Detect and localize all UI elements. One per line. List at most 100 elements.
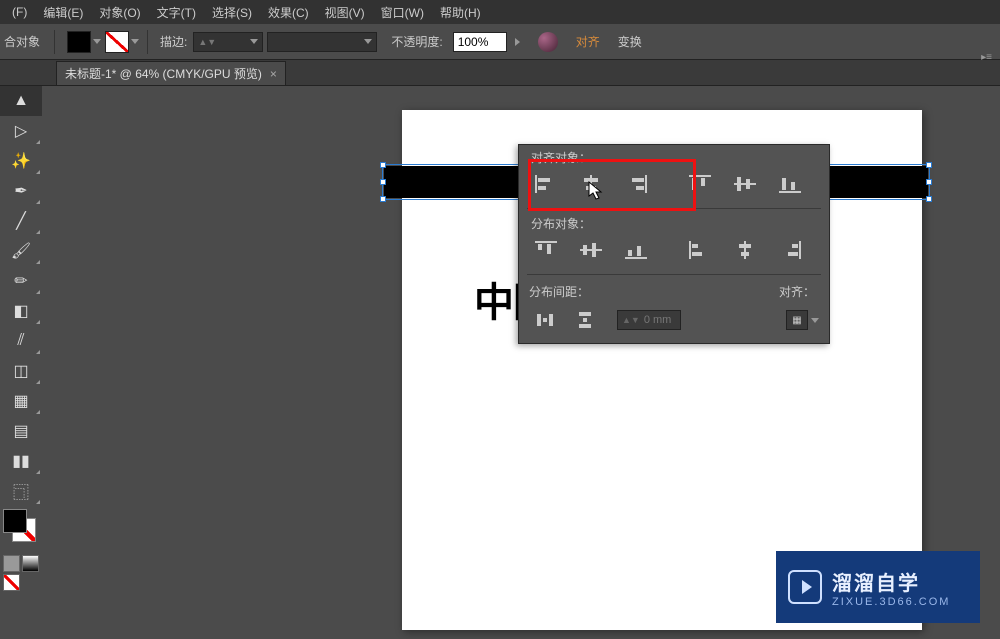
align-vcenter-button[interactable] [728, 170, 761, 198]
resize-handle[interactable] [926, 162, 932, 168]
shape-builder-tool[interactable]: ◫ [0, 356, 42, 386]
menu-select[interactable]: 选择(S) [204, 4, 260, 21]
document-tab[interactable]: 未标题-1* @ 64% (CMYK/GPU 预览) × [56, 61, 286, 85]
gradient-mode-button[interactable] [22, 555, 39, 572]
pen-tool[interactable]: ✒ [0, 176, 42, 206]
transform-link[interactable]: 变换 [618, 33, 642, 50]
chart-icon: ▮▮ [12, 451, 30, 471]
opacity-value: 100% [458, 35, 489, 49]
divider [527, 208, 821, 209]
spacing-label: 分布间距： [529, 283, 589, 300]
selection-tool[interactable]: ▲ [0, 86, 42, 116]
canvas-area[interactable]: 中国好歌曲 对齐对象： [56, 86, 1000, 639]
pencil-icon: ✏ [14, 271, 27, 291]
paintbrush-tool[interactable]: 🖌 [0, 236, 42, 266]
fill-stroke-swatches[interactable] [0, 506, 42, 552]
divider [527, 274, 821, 275]
direct-selection-tool[interactable]: ▷ [0, 116, 42, 146]
menu-edit[interactable]: 编辑(E) [35, 4, 91, 21]
menu-view[interactable]: 视图(V) [317, 4, 373, 21]
spacing-value: 0 mm [644, 314, 672, 326]
spacing-controls: ▲▼ 0 mm ▦ [519, 306, 829, 340]
align-section-label: 对齐对象： [519, 145, 829, 168]
color-mode-button[interactable] [3, 555, 20, 572]
distribute-vcenter-button[interactable] [574, 236, 607, 264]
distribute-left-button[interactable] [683, 236, 716, 264]
distribute-bottom-button[interactable] [620, 236, 653, 264]
menu-effect[interactable]: 效果(C) [260, 4, 317, 21]
align-to-label: 对齐： [779, 283, 815, 300]
eraser-icon: ◧ [13, 301, 28, 321]
cursor-icon: ▲ [13, 92, 29, 110]
column-graph-tool[interactable]: ▮▮ [0, 446, 42, 476]
brush-icon: 🖌 [11, 241, 31, 261]
menu-window[interactable]: 窗口(W) [373, 4, 432, 21]
menu-object[interactable]: 对象(O) [91, 4, 148, 21]
line-tool[interactable]: ╱ [0, 206, 42, 236]
distribute-hcenter-button[interactable] [728, 236, 761, 264]
distribute-vspacing-button[interactable] [569, 306, 603, 334]
control-bar: 合对象 描边: ▲▼ 不透明度: 100% 对齐 变换 ▸≡ [0, 24, 1000, 60]
spacing-row: 分布间距： 对齐： [519, 277, 829, 306]
brush-definition-dropdown[interactable] [267, 32, 377, 52]
pencil-tool[interactable]: ✏ [0, 266, 42, 296]
cursor-outline-icon: ▷ [15, 121, 27, 141]
play-icon [788, 570, 822, 604]
menu-help[interactable]: 帮助(H) [432, 4, 489, 21]
resize-handle[interactable] [380, 179, 386, 185]
fill-swatch[interactable] [67, 31, 91, 53]
divider [147, 30, 148, 54]
opacity-input[interactable]: 100% [453, 32, 507, 52]
align-to-dropdown[interactable]: ▦ [786, 310, 808, 330]
stroke-swatch-none[interactable] [105, 31, 129, 53]
wand-icon: ✨ [11, 151, 31, 171]
selection-target: 合对象 [4, 33, 40, 50]
gradient-icon: ▤ [13, 421, 28, 441]
chevron-down-icon[interactable] [811, 318, 819, 323]
magic-wand-tool[interactable]: ✨ [0, 146, 42, 176]
width-tool[interactable]: ⫽ [0, 326, 42, 356]
align-right-button[interactable] [620, 170, 653, 198]
fill-dropdown-icon[interactable] [93, 39, 101, 44]
divider [54, 30, 55, 54]
resize-handle[interactable] [380, 196, 386, 202]
resize-handle[interactable] [926, 196, 932, 202]
distribute-right-button[interactable] [774, 236, 807, 264]
menu-type[interactable]: 文字(T) [149, 4, 204, 21]
pen-icon: ✒ [14, 181, 27, 201]
stroke-dropdown-icon[interactable] [131, 39, 139, 44]
stroke-weight-field[interactable]: ▲▼ [193, 32, 263, 52]
opacity-slider-icon[interactable] [515, 38, 520, 46]
tool-panel: ▲ ▷ ✨ ✒ ╱ 🖌 ✏ ◧ ⫽ ◫ ▦ ▤ ▮▮ ⿹ [0, 86, 42, 594]
watermark-title: 溜溜自学 [832, 567, 950, 596]
watermark-subtitle: ZIXUE.3D66.COM [832, 596, 950, 608]
align-bottom-button[interactable] [774, 170, 807, 198]
watermark: 溜溜自学 ZIXUE.3D66.COM [776, 551, 980, 623]
align-left-button[interactable] [529, 170, 562, 198]
distribute-top-button[interactable] [529, 236, 562, 264]
align-link[interactable]: 对齐 [576, 33, 600, 50]
panel-menu-icon[interactable]: ▸≡ [981, 52, 992, 63]
none-mode-button[interactable] [3, 574, 20, 591]
slice-tool[interactable]: ⿹ [0, 476, 42, 506]
chevron-down-icon [364, 39, 372, 44]
gradient-tool[interactable]: ▤ [0, 416, 42, 446]
stroke-label: 描边: [160, 33, 187, 50]
style-indicator-icon[interactable] [538, 32, 558, 52]
chevron-down-icon [250, 39, 258, 44]
perspective-icon: ▦ [13, 391, 28, 411]
menu-file[interactable]: (F) [4, 5, 35, 19]
close-tab-icon[interactable]: × [270, 67, 277, 81]
spacing-value-input[interactable]: ▲▼ 0 mm [617, 310, 681, 330]
document-tab-title: 未标题-1* @ 64% (CMYK/GPU 预览) [65, 65, 262, 82]
align-hcenter-button[interactable] [574, 170, 607, 198]
shapebuilder-icon: ◫ [13, 361, 28, 381]
perspective-grid-tool[interactable]: ▦ [0, 386, 42, 416]
distribute-hspacing-button[interactable] [529, 306, 563, 334]
align-top-button[interactable] [683, 170, 716, 198]
align-panel: 对齐对象： 分布对象： [518, 144, 830, 344]
resize-handle[interactable] [380, 162, 386, 168]
fill-color-swatch[interactable] [3, 509, 27, 533]
resize-handle[interactable] [926, 179, 932, 185]
eraser-tool[interactable]: ◧ [0, 296, 42, 326]
